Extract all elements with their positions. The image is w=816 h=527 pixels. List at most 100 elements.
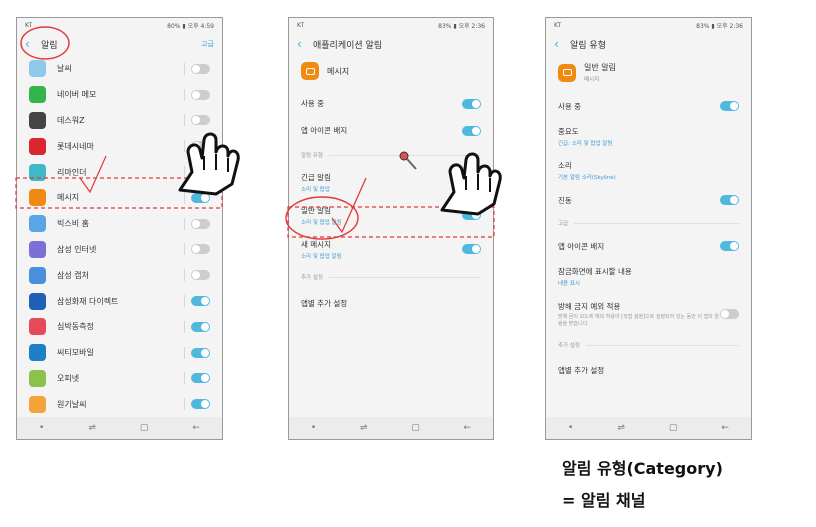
setting-value: 소리 및 팝업 알림	[301, 253, 342, 260]
navigation-bar: • ⇌ ▢ ←	[289, 417, 493, 439]
app-list-item[interactable]: 원기날씨	[17, 391, 222, 417]
setting-row[interactable]: 새 메시지 소리 및 팝업 알림	[289, 232, 493, 266]
setting-row[interactable]: 진동	[546, 187, 751, 213]
toggle-switch[interactable]	[191, 115, 210, 126]
caption-line-1: 알림 유형(Category)	[562, 459, 723, 478]
status-right: 83% ▮ 오후 2:36	[696, 22, 743, 30]
home-icon[interactable]: ▢	[669, 423, 678, 433]
app-list-item[interactable]: 삼성화재 다이렉트	[17, 288, 222, 314]
toggle-switch[interactable]	[191, 218, 210, 229]
setting-text: 사용 중	[301, 98, 462, 109]
toggle-switch[interactable]	[720, 195, 739, 205]
nav-dot-icon[interactable]: •	[311, 423, 316, 433]
app-list-item[interactable]: 네이버 메모	[17, 82, 222, 108]
toggle-switch[interactable]	[191, 373, 210, 384]
message-icon	[558, 63, 576, 82]
toggle-switch[interactable]	[191, 270, 210, 281]
setting-row[interactable]: 앱 아이콘 배지	[289, 117, 493, 144]
setting-text: 잠금화면에 표시할 내용 내용 표시	[558, 266, 739, 287]
toggle-switch[interactable]	[720, 241, 739, 251]
app-name-label: 오피넷	[57, 373, 80, 383]
toggle-switch[interactable]	[462, 210, 481, 220]
setting-row[interactable]: 앱별 추가 설정	[289, 288, 493, 318]
toggle-switch[interactable]	[191, 296, 210, 307]
back-arrow-icon[interactable]: ‹	[297, 38, 313, 50]
app-list-item[interactable]: 삼성 인터넷	[17, 237, 222, 263]
setting-row[interactable]: 사용 중	[289, 90, 493, 117]
navigation-bar: • ⇌ ▢ ←	[17, 417, 222, 439]
toggle-switch[interactable]	[462, 125, 481, 136]
toggle-switch[interactable]	[462, 98, 481, 109]
setting-label: 소리	[558, 160, 572, 170]
setting-row[interactable]: 앱 아이콘 배지	[546, 233, 751, 259]
toggle-switch[interactable]	[191, 192, 210, 203]
setting-row[interactable]: 중요도 긴급: 소리 및 팝업 알림	[546, 119, 751, 153]
app-list-item[interactable]: 데스워Z	[17, 108, 222, 134]
setting-row[interactable]: 앱별 추가 설정	[546, 355, 751, 385]
status-bar: KT 80% ▮ 오후 4:59	[17, 18, 222, 32]
app-name-label: 삼성 인터넷	[57, 244, 97, 254]
setting-text: 일반 알림소리 및 팝업 알림	[301, 205, 462, 226]
setting-label: 중요도	[558, 126, 579, 136]
setting-row[interactable]: 긴급 알림 소리 및 팝업	[289, 166, 493, 198]
weather-icon	[29, 60, 46, 78]
toggle-switch[interactable]	[720, 309, 739, 319]
toggle-switch[interactable]	[720, 101, 739, 111]
setting-row[interactable]: 잠금화면에 표시할 내용 내용 표시	[546, 259, 751, 293]
wongi-weather-icon	[29, 395, 46, 413]
recent-apps-icon[interactable]: ⇌	[617, 423, 625, 433]
toggle-switch[interactable]	[191, 244, 210, 255]
setting-text: 진동	[558, 195, 720, 206]
app-header: 메시지	[289, 56, 493, 90]
back-icon[interactable]: ←	[464, 423, 472, 433]
back-arrow-icon[interactable]: ‹	[554, 38, 570, 50]
nav-dot-icon[interactable]: •	[39, 423, 44, 433]
toggle-switch[interactable]	[191, 89, 210, 100]
section-title: 추가 설정	[558, 343, 580, 349]
back-icon[interactable]: ←	[721, 423, 729, 433]
toggle-switch[interactable]	[191, 321, 210, 332]
setting-value: 소리 및 팝업 알림	[301, 219, 342, 226]
setting-row[interactable]: 소리기본 알림 소리(Skyline)	[546, 153, 751, 187]
toggle-switch[interactable]	[191, 141, 210, 152]
setting-row[interactable]: 일반 알림소리 및 팝업 알림	[289, 198, 493, 232]
app-list-item[interactable]: 심박동측정	[17, 314, 222, 340]
toggle-switch[interactable]	[191, 347, 210, 358]
app-list-item[interactable]: 삼성 캡처	[17, 262, 222, 288]
app-name-label: 날씨	[57, 64, 72, 74]
row-divider	[184, 372, 185, 385]
app-list-item[interactable]: 메시지	[17, 185, 222, 211]
recent-apps-icon[interactable]: ⇌	[360, 423, 368, 433]
app-list-item[interactable]: 씨티모바일	[17, 340, 222, 366]
app-list-item[interactable]: 롯데시네마	[17, 133, 222, 159]
setting-row[interactable]: 사용 중	[546, 93, 751, 119]
category-name: 일반 알림	[584, 63, 616, 72]
app-name-label: 심박동측정	[57, 322, 94, 332]
advanced-button[interactable]: 고급	[201, 39, 214, 49]
row-divider	[184, 398, 185, 411]
toggle-switch[interactable]	[191, 63, 210, 74]
category-app: 메시지	[584, 77, 600, 83]
recent-apps-icon[interactable]: ⇌	[88, 423, 96, 433]
home-icon[interactable]: ▢	[411, 423, 420, 433]
app-name: 메시지	[327, 66, 350, 76]
toggle-switch[interactable]	[462, 244, 481, 254]
toggle-switch[interactable]	[191, 167, 210, 178]
app-list-item[interactable]: 리마인더	[17, 159, 222, 185]
app-list-item[interactable]: 날씨	[17, 56, 222, 82]
toggle-switch[interactable]	[191, 399, 210, 410]
home-icon[interactable]: ▢	[140, 423, 149, 433]
setting-text: 사용 중	[558, 101, 720, 112]
setting-value: 기본 알림 소리(Skyline)	[558, 174, 616, 181]
app-name-label: 메시지	[57, 193, 80, 203]
setting-text: 앱별 추가 설정	[558, 365, 739, 376]
app-list-item[interactable]: 오피넷	[17, 366, 222, 392]
back-arrow-icon[interactable]: ‹	[25, 38, 41, 50]
nav-dot-icon[interactable]: •	[568, 423, 573, 433]
app-list-item[interactable]: 빅스비 홈	[17, 211, 222, 237]
setting-label: 일반 알림	[301, 205, 331, 215]
status-right: 83% ▮ 오후 2:36	[438, 22, 485, 30]
phone-screen-notification-category: KT 83% ▮ 오후 2:36 ‹ 알림 유형 일반 알림 메시지 사용 중중…	[545, 17, 752, 440]
setting-row[interactable]: 방해 금지 예외 적용 방해 금지 모드에 예외 허용이 [직접 설정]으로 설정…	[546, 293, 751, 335]
back-icon[interactable]: ←	[192, 423, 200, 433]
